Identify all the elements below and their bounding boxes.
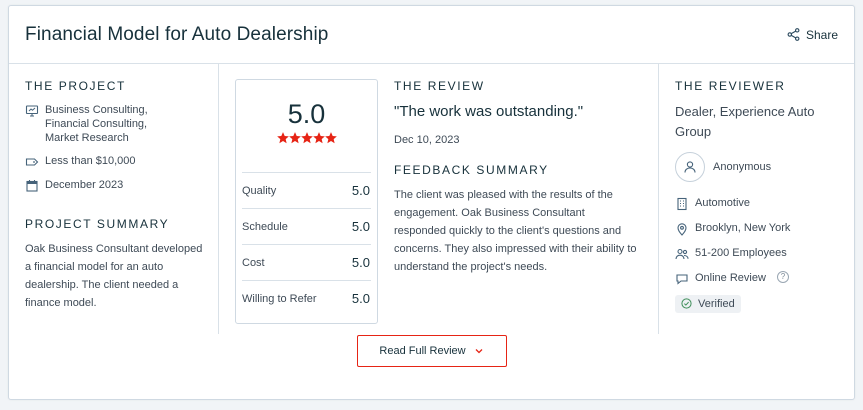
card-body: THE PROJECT Business Consulting, Financi… [9,64,854,334]
industry-item: Automotive [675,196,854,211]
review-type-item: Online Review ? [675,271,854,286]
location-pin-icon [677,223,687,236]
project-date-item: December 2023 [25,178,218,193]
project-meta: Business Consulting, Financial Consultin… [25,103,218,193]
location-value: Brooklyn, New York [695,222,791,234]
rating-label: Quality [242,184,277,197]
review-column: 5.0 Quality 5.0 Schedule 5.0 Cost 5.0 Wi… [219,64,659,334]
review-date: Dec 10, 2023 [394,134,460,146]
monitor-icon [25,105,39,117]
project-date: December 2023 [45,179,124,191]
project-summary-text: Oak Business Consultant developed a fina… [25,243,203,309]
reviewer-section-title: THE REVIEWER [675,79,786,93]
user-icon [684,161,696,173]
read-full-review-label: Read Full Review [379,345,466,357]
service-item: Business Consulting, [45,104,148,116]
overall-score: 5.0 [287,99,326,129]
rating-value: 5.0 [351,219,370,234]
avatar [675,152,705,182]
page-title: Financial Model for Auto Dealership [25,23,329,45]
rating-label: Cost [242,256,265,269]
industry-value: Automotive [695,197,751,209]
card-footer: Read Full Review [9,335,854,367]
project-column: THE PROJECT Business Consulting, Financi… [9,64,219,334]
services-list: Business Consulting, Financial Consultin… [45,103,148,145]
score-box: 5.0 Quality 5.0 Schedule 5.0 Cost 5.0 Wi… [235,79,378,324]
rating-row-schedule: Schedule 5.0 [242,208,371,244]
card-header: Financial Model for Auto Dealership Shar… [9,6,854,64]
rating-row-cost: Cost 5.0 [242,244,371,280]
rating-row-quality: Quality 5.0 [242,172,371,208]
share-label: Share [805,27,838,42]
rating-label: Willing to Refer [242,292,317,305]
reviewer-column: THE REVIEWER Dealer, Experience Auto Gro… [659,64,854,334]
check-circle-icon [681,298,692,309]
review-section-title: THE REVIEW [394,79,485,93]
read-full-review-button[interactable]: Read Full Review [356,335,507,367]
rating-breakdown: Quality 5.0 Schedule 5.0 Cost 5.0 Willin… [242,172,371,316]
services-item: Business Consulting, Financial Consultin… [25,103,218,145]
review-card: Financial Model for Auto Dealership Shar… [8,5,855,400]
rating-value: 5.0 [351,255,370,270]
star-rating [236,131,377,150]
people-icon [675,248,689,260]
review-quote: "The work was outstanding." [394,103,584,120]
budget-value: Less than $10,000 [45,155,136,167]
budget-item: Less than $10,000 [25,154,218,169]
rating-label: Schedule [242,220,288,233]
project-section-title: THE PROJECT [25,79,126,93]
star-icon [324,132,337,144]
share-button[interactable]: Share [787,28,838,42]
rating-value: 5.0 [351,291,370,306]
service-item: Financial Consulting, [45,118,148,130]
chat-bubble-icon [676,274,688,285]
service-item: Market Research [45,132,129,144]
feedback-summary-title: FEEDBACK SUMMARY [394,163,549,177]
share-icon [787,28,800,41]
rating-value: 5.0 [351,183,370,198]
price-tag-icon [25,158,39,166]
project-summary-title: PROJECT SUMMARY [25,217,170,231]
verified-badge: Verified [675,294,741,313]
rating-row-willing-to-refer: Willing to Refer 5.0 [242,280,371,316]
chevron-down-icon [475,349,483,354]
review-content: THE REVIEW "The work was outstanding." D… [394,79,639,276]
calendar-icon [26,180,38,192]
building-icon [677,197,687,211]
verified-label: Verified [698,297,735,310]
help-icon[interactable]: ? [776,271,789,283]
company-size-value: 51-200 Employees [695,247,787,259]
location-item: Brooklyn, New York [675,221,854,236]
review-type-value: Online Review [695,272,766,284]
company-size-item: 51-200 Employees [675,246,854,261]
reviewer-identity: Anonymous [675,152,854,182]
reviewer-meta: Automotive Brooklyn, New York 51-200 Emp… [675,196,854,314]
feedback-summary-text: The client was pleased with the results … [394,189,637,273]
reviewer-company: Dealer, Experience Auto Group [675,104,815,139]
reviewer-name: Anonymous [713,161,772,173]
